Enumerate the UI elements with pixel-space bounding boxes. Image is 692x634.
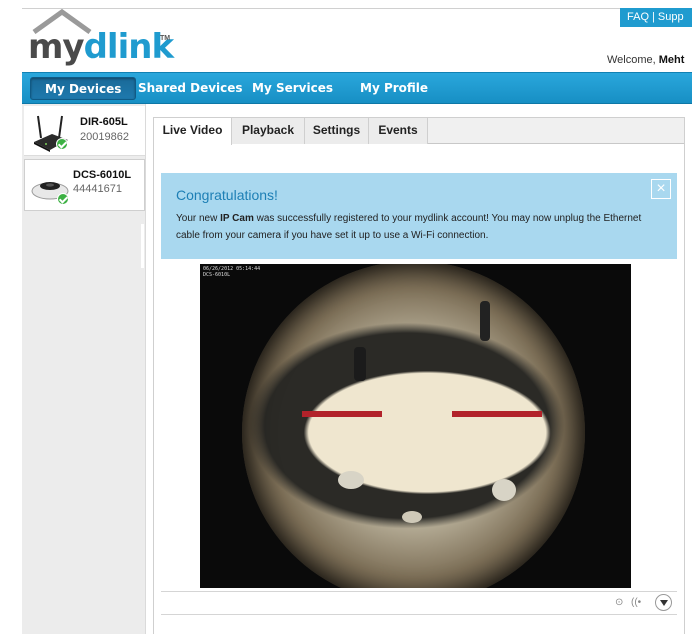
trademark-mark: TM: [160, 35, 171, 42]
tab-settings[interactable]: Settings: [305, 118, 369, 144]
nav-shared-devices[interactable]: Shared Devices: [138, 73, 243, 104]
audio-icon[interactable]: ((•: [631, 597, 641, 608]
device-id: 20019862: [80, 131, 129, 143]
help-links: FAQ | Supp: [620, 8, 692, 27]
device-tabs: Live Video Playback Settings Events: [154, 118, 684, 145]
online-status-icon: [57, 193, 69, 205]
device-item-dir-605l[interactable]: DIR-605L 20019862: [24, 106, 145, 156]
device-name: DCS-6010L: [73, 169, 132, 181]
welcome-message: Welcome, Meht: [607, 54, 684, 66]
support-link[interactable]: Supp: [658, 11, 684, 23]
sidebar-highlight: [141, 224, 144, 268]
nav-my-profile[interactable]: My Profile: [360, 73, 428, 104]
device-item-dcs-6010l[interactable]: DCS-6010L 44441671: [24, 159, 145, 211]
device-list: DIR-605L 20019862 DCS-6010L 44441671: [22, 104, 146, 634]
alert-message: Your new IP Cam was successfully registe…: [176, 213, 642, 241]
video-overlay: 06/26/2012 05:14:44 DCS-6010L: [203, 266, 261, 278]
device-panel: Live Video Playback Settings Events Cong…: [153, 117, 685, 634]
live-video-feed[interactable]: 06/26/2012 05:14:44 DCS-6010L: [200, 264, 631, 588]
mydlink-logo[interactable]: mydlink TM: [28, 8, 174, 68]
main-nav: My Devices Shared Devices My Services My…: [22, 72, 692, 104]
nav-my-devices[interactable]: My Devices: [30, 77, 137, 100]
link-separator: |: [652, 11, 655, 23]
video-controls: ⊙ ((•: [161, 591, 677, 615]
page-header: mydlink TM FAQ | Supp Welcome, Meht: [0, 0, 692, 72]
alert-title: Congratulations!: [176, 187, 278, 203]
chevron-down-icon[interactable]: [655, 594, 672, 611]
faq-link[interactable]: FAQ: [627, 11, 649, 23]
tab-live-video[interactable]: Live Video: [154, 118, 232, 145]
online-status-icon: [56, 138, 68, 150]
registration-alert: Congratulations! Your new IP Cam was suc…: [161, 173, 677, 259]
device-name: DIR-605L: [80, 116, 128, 128]
nav-my-services[interactable]: My Services: [252, 73, 333, 104]
fisheye-image: [242, 264, 585, 588]
record-icon[interactable]: ⊙: [615, 597, 623, 608]
tab-events[interactable]: Events: [369, 118, 428, 144]
close-icon[interactable]: ×: [651, 179, 671, 199]
logo-wordmark: mydlink: [28, 27, 174, 67]
tab-playback[interactable]: Playback: [232, 118, 305, 144]
welcome-username: Meht: [658, 54, 685, 66]
welcome-prefix: Welcome,: [607, 54, 656, 66]
device-id: 44441671: [73, 183, 122, 195]
